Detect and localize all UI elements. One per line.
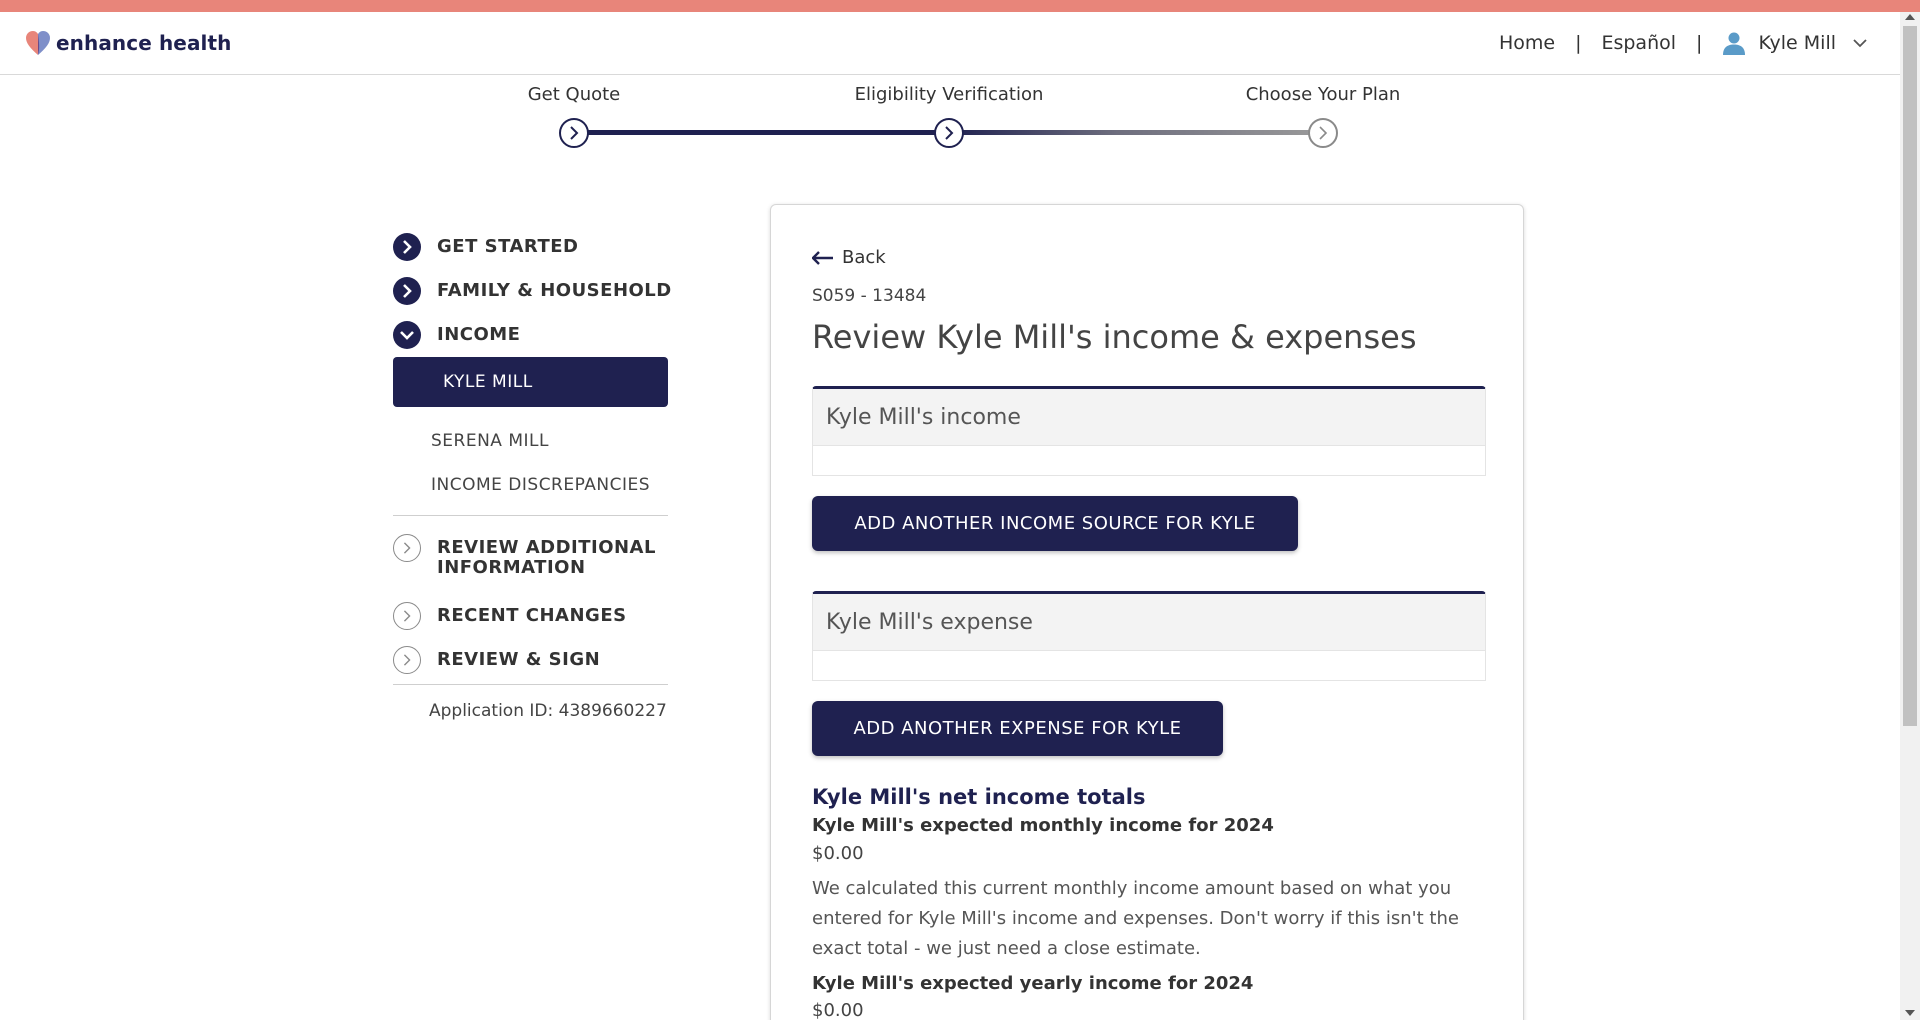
step-label-choose-plan: Choose Your Plan: [1245, 84, 1401, 105]
sidebar-item-review-sign[interactable]: REVIEW & SIGN: [393, 646, 683, 674]
chevron-right-icon: [393, 233, 421, 261]
case-id: S059 - 13484: [812, 286, 927, 306]
expense-panel: Kyle Mill's expense: [812, 591, 1486, 681]
top-nav: Home | Español | Kyle Mill: [1499, 31, 1868, 55]
monthly-income-label: Kyle Mill's expected monthly income for …: [812, 815, 1274, 836]
scrollbar-thumb[interactable]: [1903, 26, 1917, 726]
nav-home-link[interactable]: Home: [1499, 32, 1555, 54]
add-income-source-button[interactable]: ADD ANOTHER INCOME SOURCE FOR KYLE: [812, 496, 1298, 551]
brand-stripe: [0, 0, 1920, 12]
add-expense-button[interactable]: ADD ANOTHER EXPENSE FOR KYLE: [812, 701, 1223, 756]
back-label: Back: [842, 247, 886, 268]
user-name-menu[interactable]: Kyle Mill: [1758, 32, 1836, 54]
application-id: Application ID: 4389660227: [429, 701, 667, 721]
yearly-income-amount: $0.00: [812, 1000, 864, 1020]
step-label-get-quote: Get Quote: [527, 84, 621, 105]
arrow-left-icon: [812, 250, 833, 265]
income-explanation: We calculated this current monthly incom…: [812, 878, 1459, 959]
chevron-right-icon: [570, 126, 579, 140]
nav-language-link[interactable]: Español: [1601, 32, 1676, 54]
page-title: Review Kyle Mill's income & expenses: [812, 318, 1417, 356]
sidebar-item-review-additional[interactable]: REVIEW ADDITIONAL INFORMATION: [393, 534, 683, 578]
sidebar-item-label: REVIEW & SIGN: [437, 649, 601, 670]
application-sidebar: GET STARTED FAMILY & HOUSEHOLD INCOME KY…: [393, 233, 683, 721]
yearly-income-label: Kyle Mill's expected yearly income for 2…: [812, 973, 1254, 994]
sidebar-subitem-kyle-mill[interactable]: KYLE MILL: [393, 357, 668, 407]
user-icon[interactable]: [1722, 31, 1746, 55]
sidebar-item-income[interactable]: INCOME: [393, 321, 683, 349]
nav-separator: |: [1575, 32, 1582, 54]
step-circle-eligibility: [934, 118, 964, 148]
sidebar-divider: [393, 684, 668, 685]
sidebar-item-label: GET STARTED: [437, 236, 579, 257]
monthly-income-amount: $0.00: [812, 843, 864, 864]
chevron-right-outline-icon: [393, 646, 421, 674]
page-scrollbar[interactable]: [1900, 12, 1920, 1020]
expense-panel-title: Kyle Mill's expense: [813, 594, 1485, 651]
chevron-right-icon: [945, 126, 954, 140]
sidebar-item-label: REVIEW ADDITIONAL INFORMATION: [437, 537, 656, 578]
sidebar-item-label: RECENT CHANGES: [437, 605, 627, 626]
heart-logo-icon: [26, 31, 50, 55]
brand-logo[interactable]: enhance health: [24, 29, 232, 57]
progress-line-complete: [574, 130, 949, 135]
income-panel-title: Kyle Mill's income: [813, 389, 1485, 446]
brand-name: enhance health: [56, 31, 232, 55]
step-label-eligibility: Eligibility Verification: [854, 84, 1044, 105]
income-panel: Kyle Mill's income: [812, 386, 1486, 476]
sidebar-item-label: FAMILY & HOUSEHOLD: [437, 280, 672, 301]
chevron-right-outline-icon: [393, 534, 421, 562]
step-circle-get-quote: [559, 118, 589, 148]
chevron-right-icon: [1319, 126, 1328, 140]
progress-stepper: Get Quote Eligibility Verification Choos…: [0, 84, 1900, 154]
sidebar-item-recent-changes[interactable]: RECENT CHANGES: [393, 602, 683, 630]
income-review-card: Back S059 - 13484 Review Kyle Mill's inc…: [770, 204, 1524, 1020]
net-income-totals-heading: Kyle Mill's net income totals: [812, 785, 1146, 809]
sidebar-subitem-income-discrepancies[interactable]: INCOME DISCREPANCIES: [393, 463, 683, 507]
sidebar-item-get-started[interactable]: GET STARTED: [393, 233, 683, 261]
chevron-right-icon: [393, 277, 421, 305]
top-header: enhance health Home | Español | Kyle Mil…: [0, 12, 1900, 75]
chevron-down-icon[interactable]: [1852, 35, 1868, 51]
sidebar-subitem-serena-mill[interactable]: SERENA MILL: [393, 419, 683, 463]
scroll-up-icon[interactable]: [1905, 14, 1915, 20]
back-link[interactable]: Back: [812, 247, 886, 268]
chevron-right-outline-icon: [393, 602, 421, 630]
nav-separator: |: [1696, 32, 1703, 54]
sidebar-item-label: INCOME: [437, 324, 521, 345]
scroll-down-icon[interactable]: [1905, 1010, 1915, 1016]
chevron-down-icon: [393, 321, 421, 349]
progress-line-upcoming: [949, 130, 1323, 135]
step-circle-choose-plan: [1308, 118, 1338, 148]
sidebar-item-family-household[interactable]: FAMILY & HOUSEHOLD: [393, 277, 683, 305]
sidebar-divider: [393, 515, 668, 516]
